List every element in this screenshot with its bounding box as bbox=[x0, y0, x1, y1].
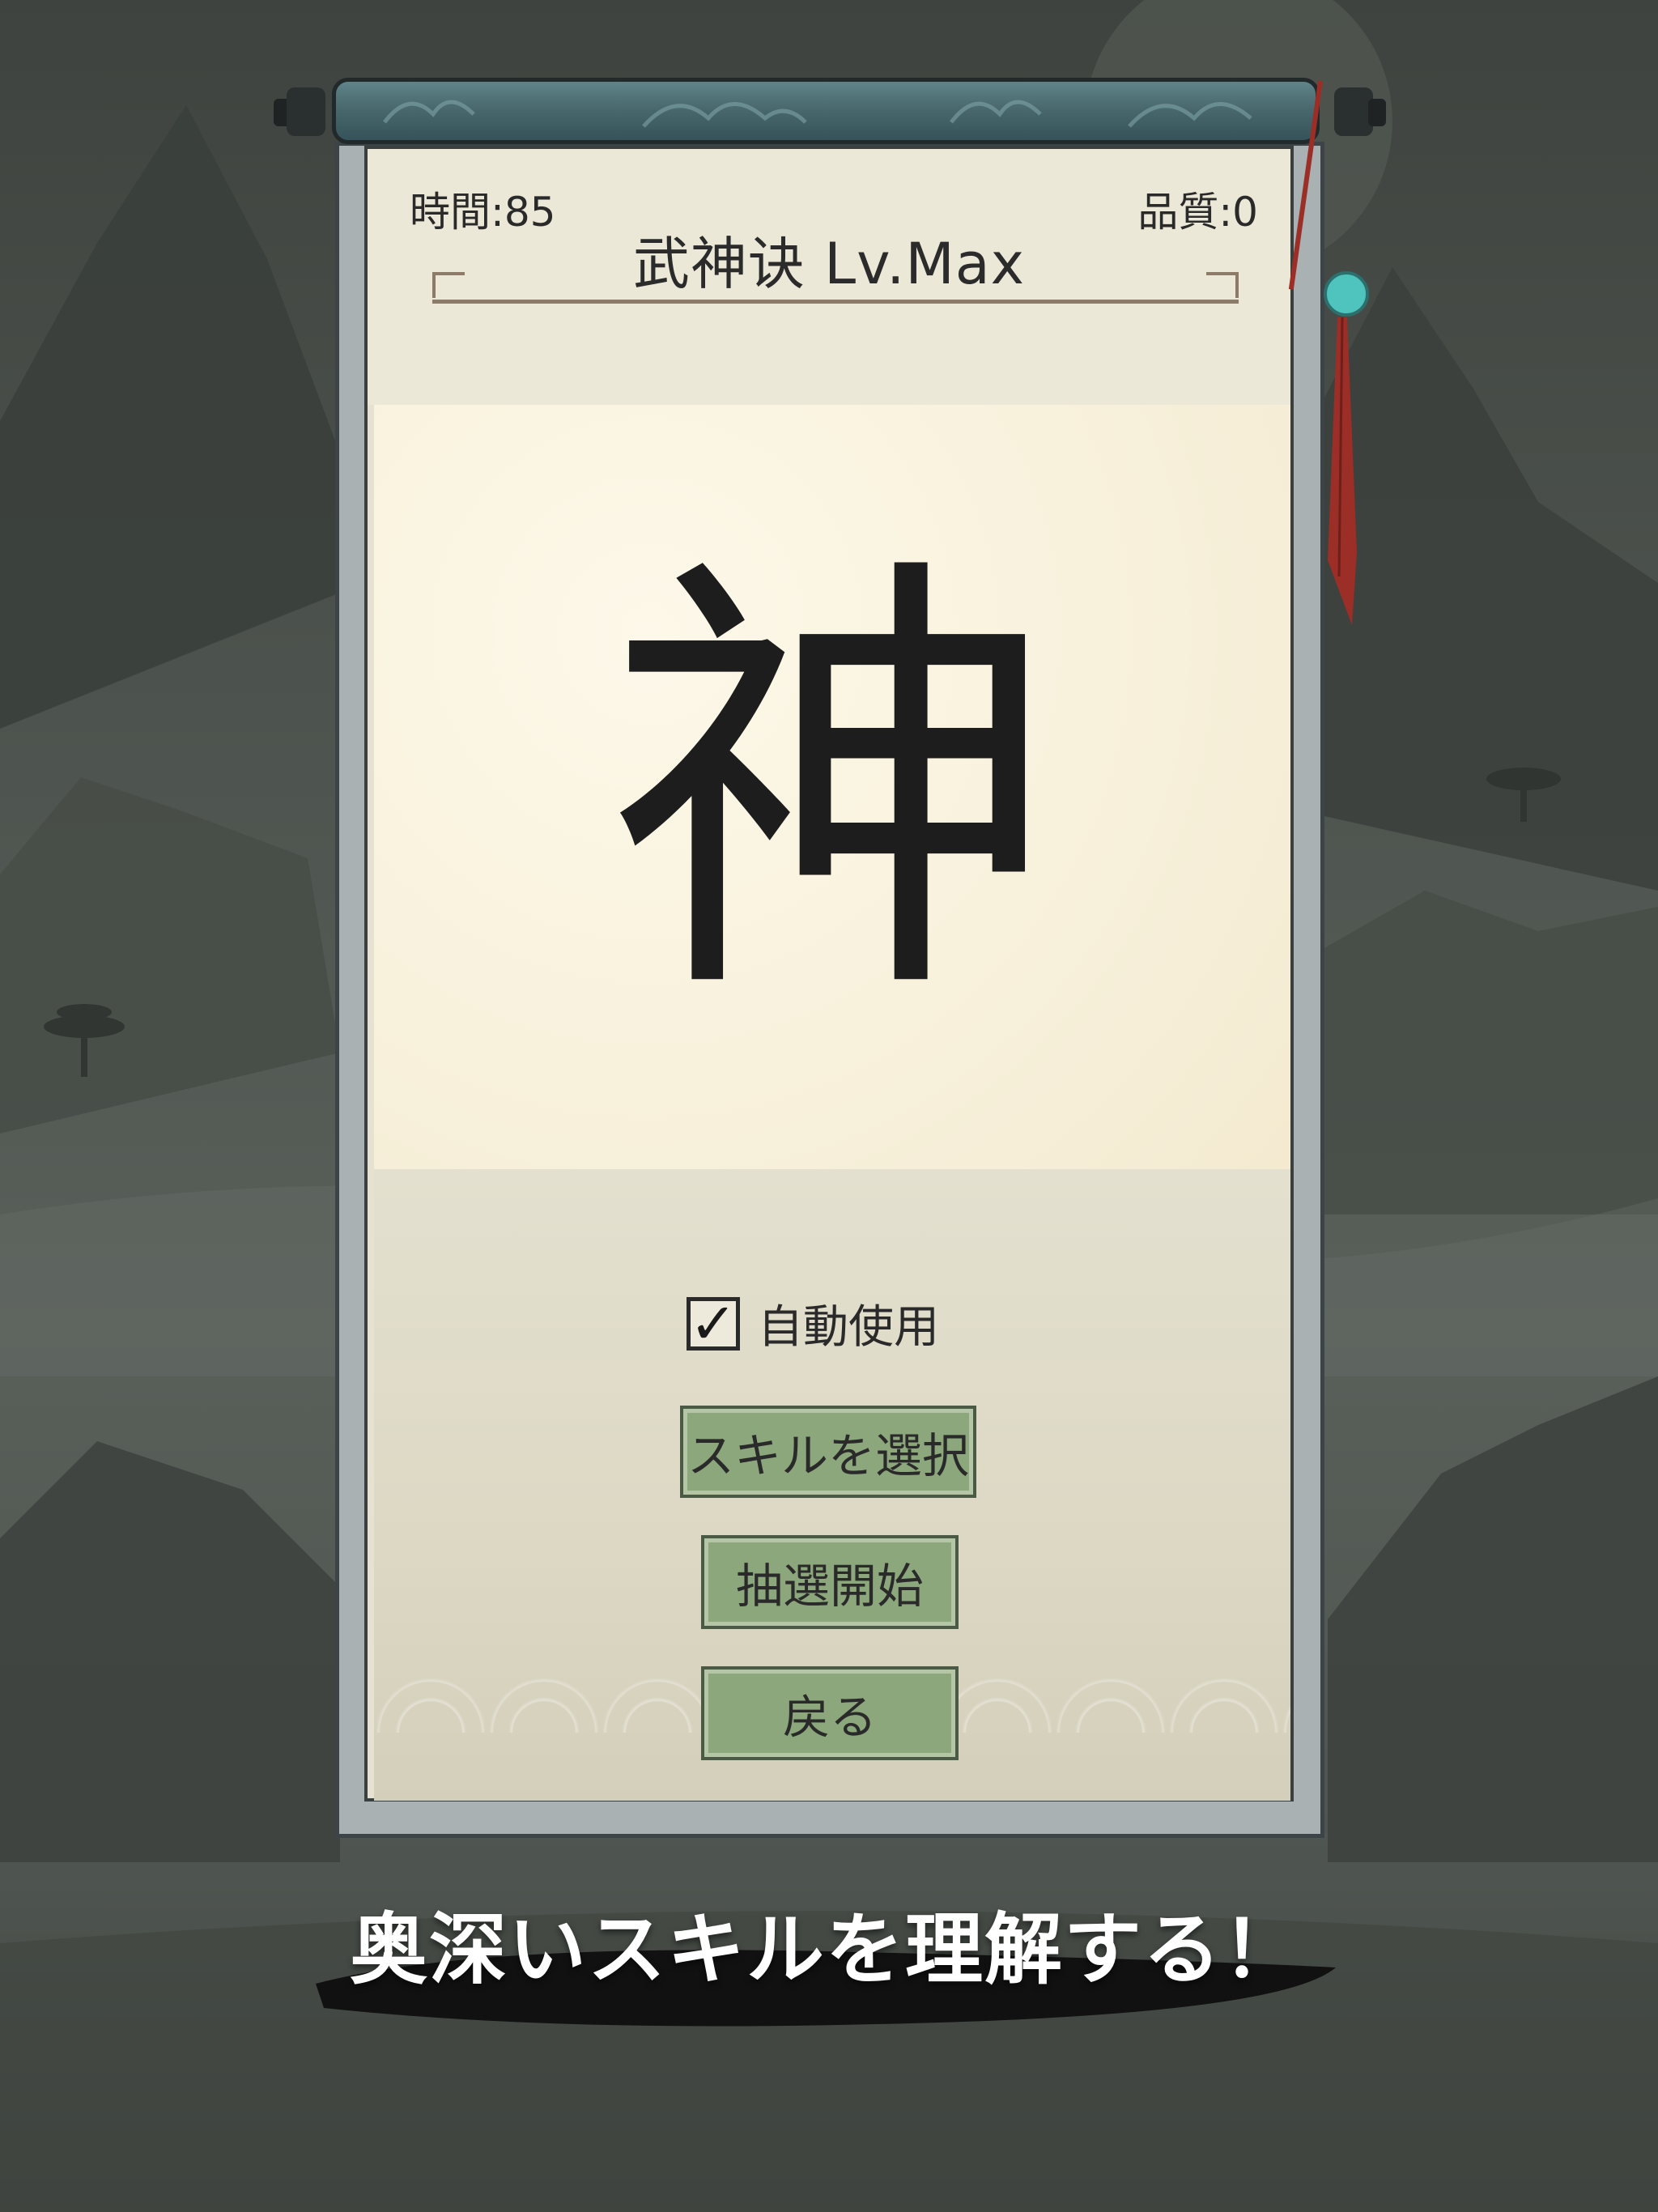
title-underline bbox=[432, 300, 1239, 304]
check-mark-icon: ✓ bbox=[689, 1290, 738, 1357]
title-corner-ornament-left bbox=[432, 272, 465, 298]
skill-title: 武神诀 Lv.Max bbox=[632, 231, 1026, 297]
cloud-pattern-icon bbox=[383, 100, 1252, 128]
scroll-rod bbox=[332, 78, 1320, 144]
scroll-rod-end-right bbox=[1334, 87, 1373, 136]
start-draw-button[interactable]: 抽選開始 bbox=[701, 1535, 959, 1629]
auto-use-option[interactable]: ✓ 自動使用 bbox=[687, 1291, 939, 1356]
scroll-rod-end-left bbox=[287, 87, 325, 136]
red-tassel-icon bbox=[1328, 317, 1357, 625]
auto-use-checkbox[interactable]: ✓ bbox=[687, 1290, 740, 1357]
calligraphy-glyph: 神 bbox=[606, 523, 1059, 1051]
title-corner-ornament-right bbox=[1206, 272, 1239, 298]
tagline-caption: 奥深いスキルを理解する！ bbox=[350, 1904, 1302, 1995]
skill-scroll: 時間:85 品質:0 武神诀 Lv.Max 神 ✓ 自動使用 スキルを選択 抽選… bbox=[0, 0, 1658, 1862]
start-draw-label: 抽選開始 bbox=[735, 1559, 924, 1614]
jade-bead-icon bbox=[1324, 271, 1369, 317]
back-label: 戻る bbox=[782, 1690, 877, 1745]
select-skill-label: スキルを選択 bbox=[687, 1428, 969, 1483]
back-button[interactable]: 戻る bbox=[701, 1666, 959, 1760]
auto-use-label: 自動使用 bbox=[758, 1301, 939, 1354]
select-skill-button[interactable]: スキルを選択 bbox=[680, 1406, 976, 1498]
scroll-rod-cap-right bbox=[1368, 99, 1386, 126]
